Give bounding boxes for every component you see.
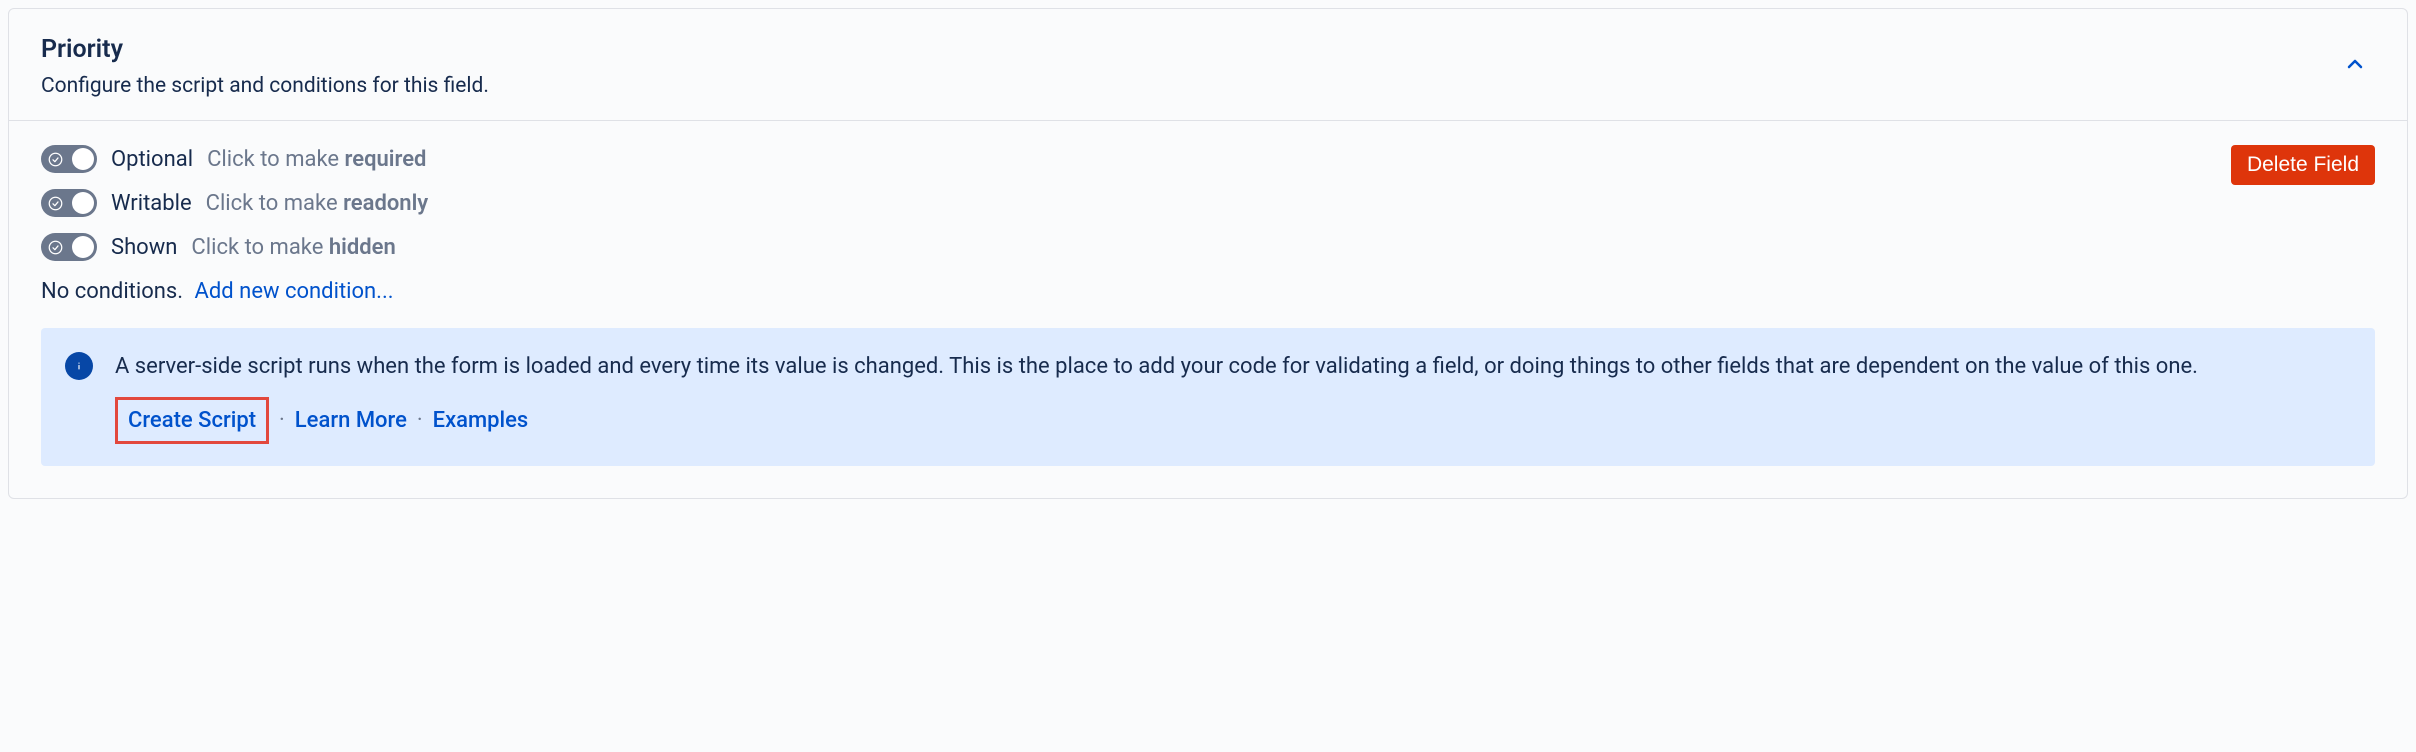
toggle-knob	[72, 192, 94, 214]
hint-prefix: Click to make	[207, 147, 344, 172]
hint-bold: hidden	[329, 235, 396, 260]
writable-hint: Click to make readonly	[206, 191, 429, 216]
conditions-text: No conditions.	[41, 279, 183, 304]
learn-more-link[interactable]: Learn More	[295, 404, 407, 437]
shown-hint: Click to make hidden	[191, 235, 395, 260]
info-links: Create Script · Learn More · Examples	[115, 397, 2198, 444]
toggle-knob	[72, 236, 94, 258]
chevron-up-icon	[2343, 52, 2367, 82]
conditions-row: No conditions. Add new condition...	[41, 279, 2375, 304]
check-icon	[48, 240, 63, 255]
check-icon	[48, 196, 63, 211]
optional-hint: Click to make required	[207, 147, 426, 172]
panel-title: Priority	[41, 35, 489, 64]
collapse-toggle[interactable]	[2335, 44, 2375, 90]
delete-field-button[interactable]: Delete Field	[2231, 145, 2375, 185]
shown-label: Shown	[111, 235, 177, 260]
create-script-link[interactable]: Create Script	[128, 408, 256, 433]
panel-header: Priority Configure the script and condit…	[9, 9, 2407, 121]
info-content: A server-side script runs when the form …	[115, 350, 2198, 444]
hint-prefix: Click to make	[191, 235, 328, 260]
check-icon	[48, 152, 63, 167]
separator: ·	[279, 404, 285, 437]
writable-toggle[interactable]	[41, 189, 97, 217]
add-condition-link[interactable]: Add new condition...	[195, 279, 394, 304]
toggle-row-shown: Shown Click to make hidden	[41, 233, 2375, 261]
toggle-row-writable: Writable Click to make readonly	[41, 189, 2375, 217]
create-script-highlight: Create Script	[115, 397, 269, 444]
panel-subtitle: Configure the script and conditions for …	[41, 74, 489, 98]
info-text: A server-side script runs when the form …	[115, 350, 2198, 383]
hint-prefix: Click to make	[206, 191, 343, 216]
optional-label: Optional	[111, 147, 193, 172]
optional-toggle[interactable]	[41, 145, 97, 173]
hint-bold: required	[345, 147, 427, 172]
hint-bold: readonly	[343, 191, 428, 216]
panel-body: Delete Field Optional Click to make requ…	[9, 121, 2407, 498]
field-config-panel: Priority Configure the script and condit…	[8, 8, 2408, 499]
info-icon	[65, 352, 93, 380]
info-box: A server-side script runs when the form …	[41, 328, 2375, 466]
writable-label: Writable	[111, 191, 192, 216]
examples-link[interactable]: Examples	[433, 404, 529, 437]
toggle-row-optional: Optional Click to make required	[41, 145, 2375, 173]
shown-toggle[interactable]	[41, 233, 97, 261]
panel-header-text: Priority Configure the script and condit…	[41, 35, 489, 98]
separator: ·	[417, 404, 423, 437]
toggle-knob	[72, 148, 94, 170]
